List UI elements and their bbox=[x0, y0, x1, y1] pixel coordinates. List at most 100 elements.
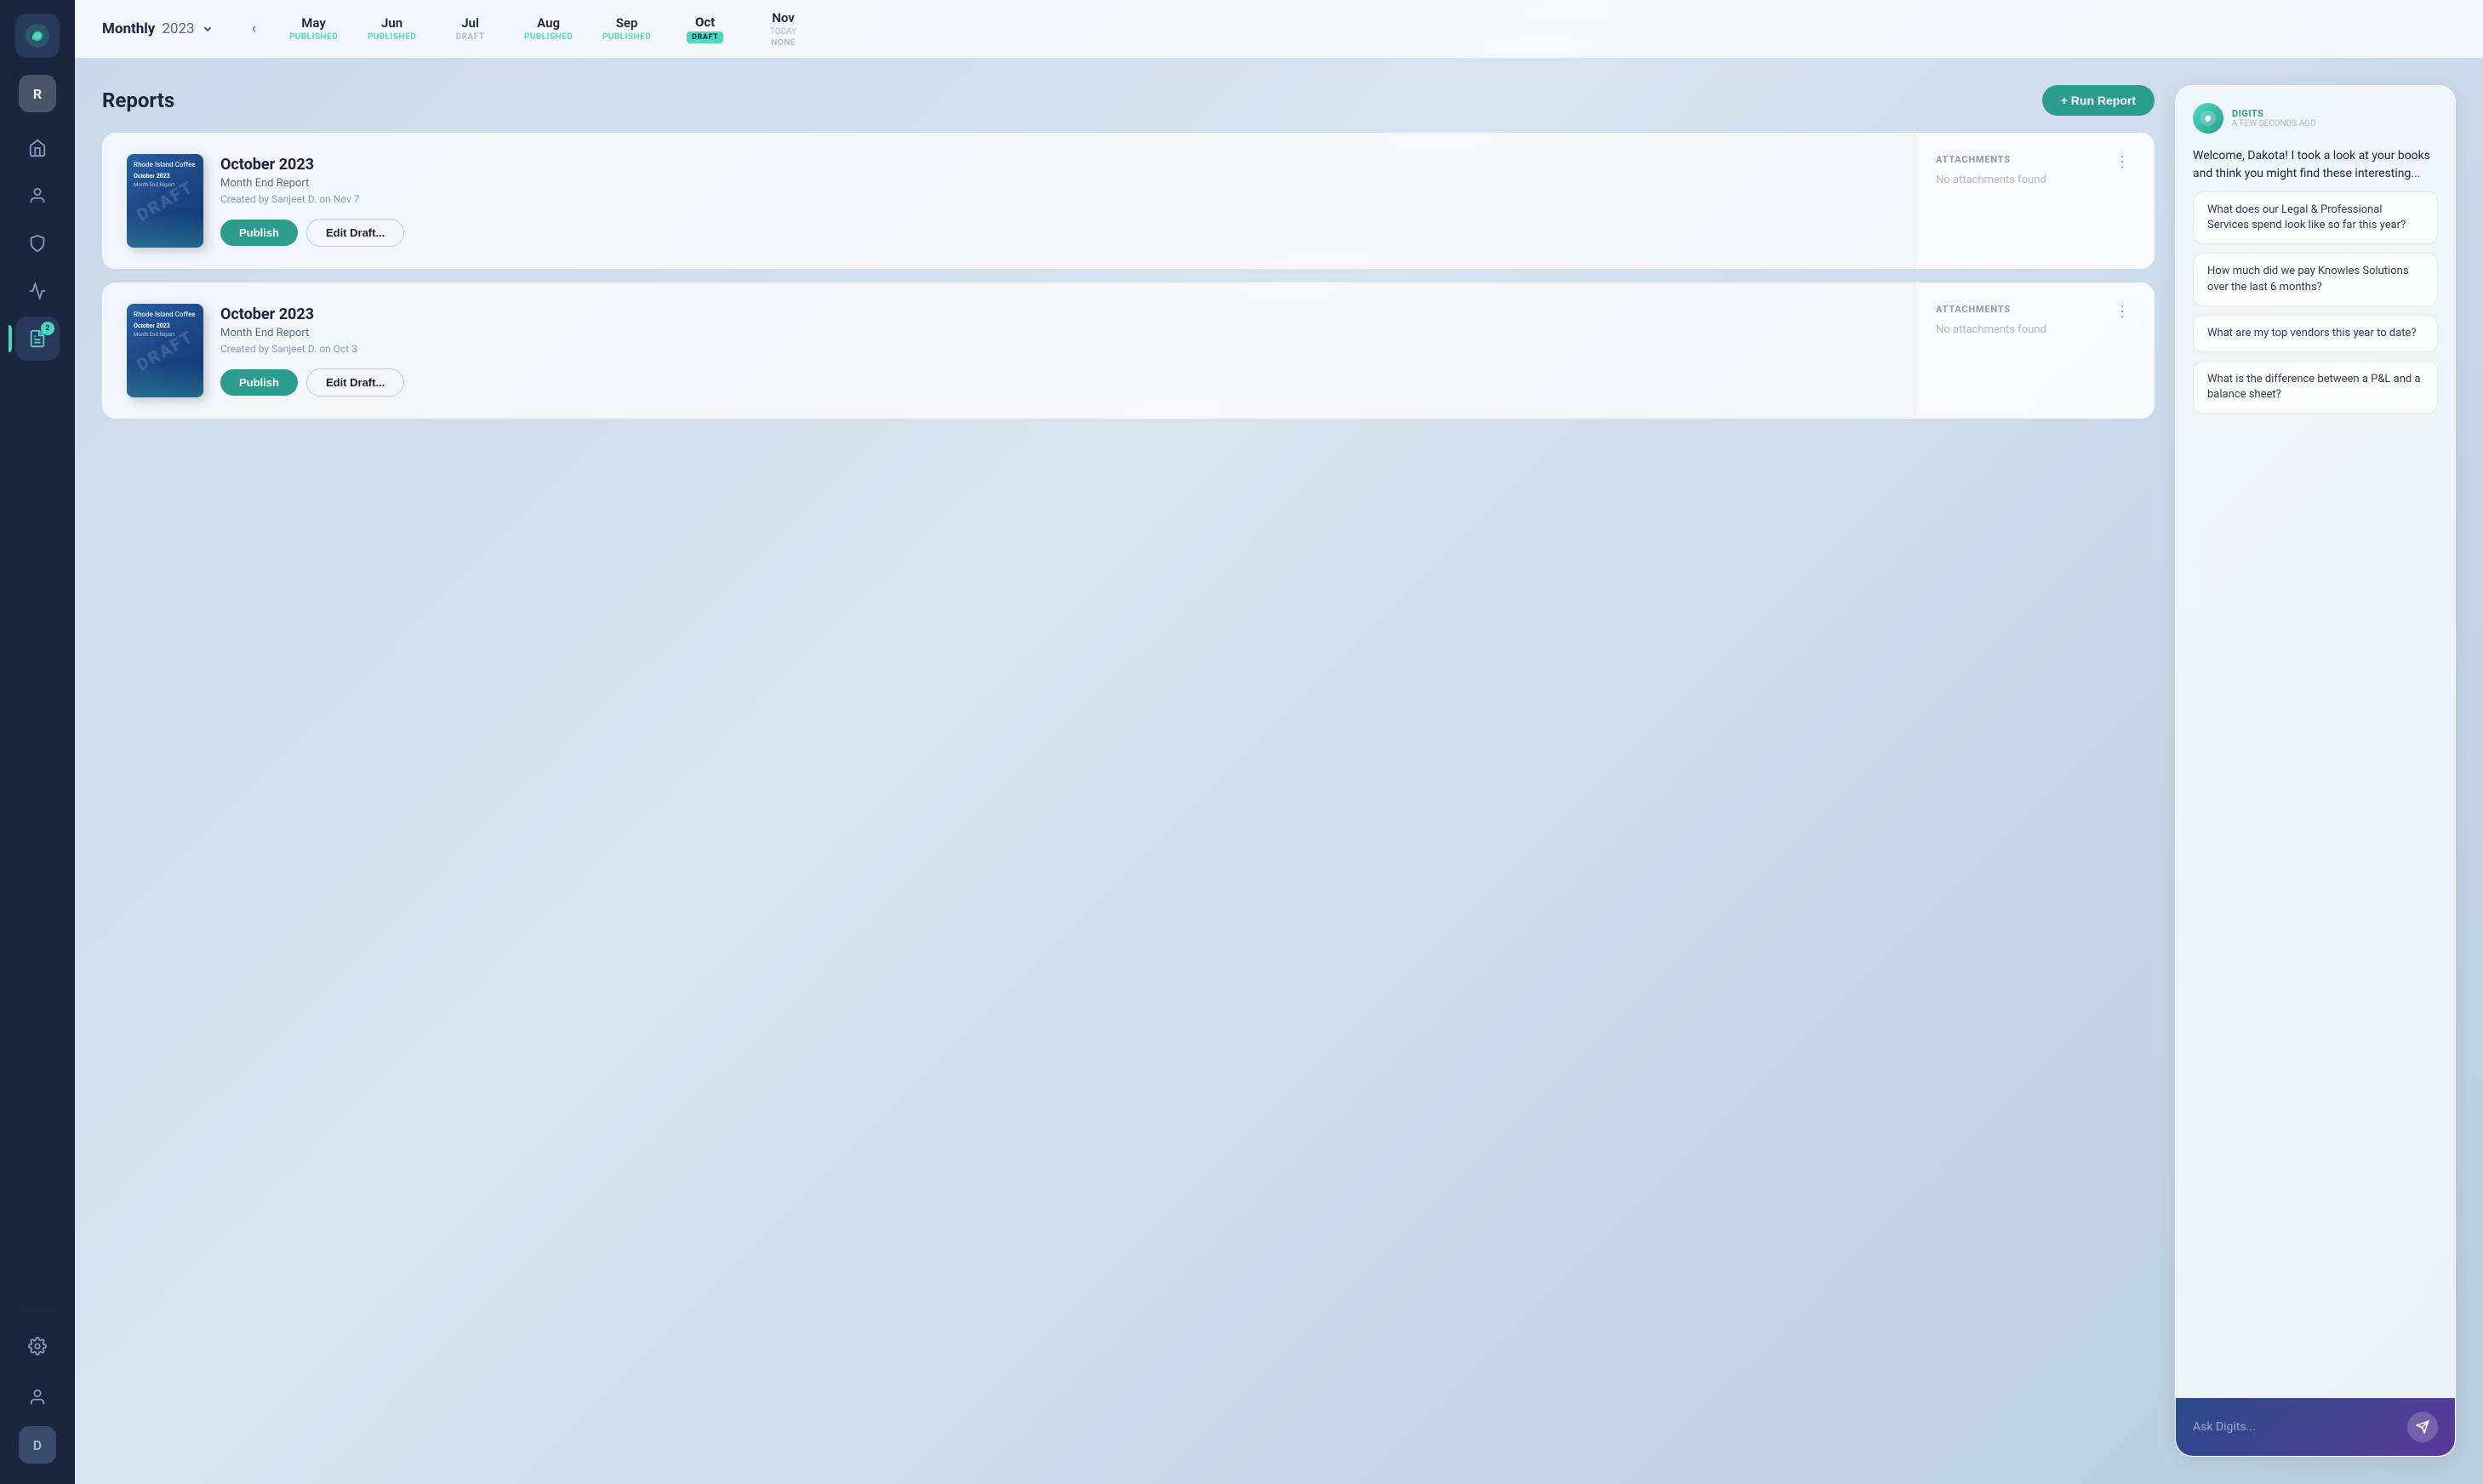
sidebar-item-shield[interactable] bbox=[15, 221, 60, 265]
report-card-2-right: ATTACHMENTS ⋮ No attachments found bbox=[1915, 283, 2154, 418]
timeline-month-aug[interactable]: Aug PUBLISHED bbox=[523, 15, 574, 42]
oct-badge: DRAFT bbox=[687, 31, 723, 43]
attachments-label-1: ATTACHMENTS bbox=[1936, 154, 2011, 165]
jun-status: PUBLISHED bbox=[368, 32, 416, 42]
thumbnail-logo-2: Rhode Island Coffee bbox=[134, 311, 197, 319]
reports-title: Reports bbox=[102, 88, 174, 112]
may-status: PUBLISHED bbox=[289, 32, 338, 42]
sidebar-logo bbox=[15, 14, 60, 58]
report-card-1-right: ATTACHMENTS ⋮ No attachments found bbox=[1915, 134, 2154, 268]
top-avatar[interactable]: R bbox=[19, 75, 56, 112]
sidebar: R bbox=[0, 0, 75, 1484]
publish-button-1[interactable]: Publish bbox=[220, 220, 298, 246]
timeline-month-may[interactable]: May PUBLISHED bbox=[288, 15, 340, 42]
report-cards: Rhode Island Coffee October 2023 Month E… bbox=[102, 133, 2155, 419]
sidebar-nav: 2 bbox=[15, 126, 60, 1296]
report-thumbnail-2: Rhode Island Coffee October 2023 Month E… bbox=[127, 304, 203, 397]
chat-send-button[interactable] bbox=[2407, 1412, 2438, 1442]
timeline-year: 2023 bbox=[162, 20, 194, 37]
report-info-2: October 2023 Month End Report Created by… bbox=[220, 305, 1894, 397]
timeline-period[interactable]: Monthly 2023 bbox=[102, 20, 214, 37]
chat-suggestion-4[interactable]: What is the difference between a P&L and… bbox=[2193, 361, 2438, 414]
timeline-nav: ‹ bbox=[241, 15, 268, 43]
thumbnail-sub-2: Month End Report bbox=[134, 332, 197, 338]
report-actions-2: Publish Edit Draft... bbox=[220, 368, 1894, 397]
timeline-month-jun[interactable]: Jun PUBLISHED bbox=[367, 15, 418, 42]
aug-status: PUBLISHED bbox=[524, 32, 573, 42]
no-attachments-2: No attachments found bbox=[1936, 323, 2133, 336]
report-card-1: Rhode Island Coffee October 2023 Month E… bbox=[102, 133, 2155, 269]
nov-label: Nov bbox=[772, 10, 795, 26]
body-area: Reports + Run Report Rhode Island Coffee… bbox=[75, 58, 2483, 1484]
sidebar-item-settings[interactable] bbox=[15, 1324, 60, 1368]
timeline-month-oct[interactable]: Oct DRAFT bbox=[680, 14, 731, 43]
thumbnail-decoration-2 bbox=[127, 363, 203, 397]
publish-button-2[interactable]: Publish bbox=[220, 369, 298, 396]
edit-draft-button-2[interactable]: Edit Draft... bbox=[306, 368, 404, 397]
report-info-1: October 2023 Month End Report Created by… bbox=[220, 156, 1894, 247]
reports-header: Reports + Run Report bbox=[102, 85, 2155, 116]
aug-label: Aug bbox=[537, 15, 560, 31]
timeline-prev-btn[interactable]: ‹ bbox=[241, 15, 268, 43]
digits-avatar bbox=[2193, 103, 2223, 134]
report-card-2-left: Rhode Island Coffee October 2023 Month E… bbox=[103, 283, 1915, 418]
oct-label: Oct bbox=[695, 14, 715, 30]
edit-draft-button-1[interactable]: Edit Draft... bbox=[306, 219, 404, 247]
chat-body: Welcome, Dakota! I took a look at your b… bbox=[2176, 134, 2455, 1398]
nov-status: NONE bbox=[771, 38, 796, 48]
thumbnail-title-2: October 2023 bbox=[134, 322, 197, 330]
report-card-2: Rhode Island Coffee October 2023 Month E… bbox=[102, 283, 2155, 419]
chevron-down-icon bbox=[202, 23, 214, 35]
chat-header: DIGITS A FEW SECONDS AGO bbox=[2176, 86, 2455, 134]
nov-today: TODAY bbox=[770, 27, 796, 37]
chat-sender: DIGITS bbox=[2232, 108, 2316, 119]
chat-header-info: DIGITS A FEW SECONDS AGO bbox=[2232, 108, 2316, 128]
timeline-months: May PUBLISHED Jun PUBLISHED Jul DRAFT Au… bbox=[288, 10, 809, 48]
chat-suggestion-2[interactable]: How much did we pay Knowles Solutions ov… bbox=[2193, 253, 2438, 305]
timeline-month-jul[interactable]: Jul DRAFT bbox=[445, 15, 496, 42]
report-card-1-left: Rhode Island Coffee October 2023 Month E… bbox=[103, 134, 1915, 268]
chat-input-area bbox=[2176, 1398, 2455, 1456]
chat-suggestion-3[interactable]: What are my top vendors this year to dat… bbox=[2193, 315, 2438, 352]
chat-panel: DIGITS A FEW SECONDS AGO Welcome, Dakota… bbox=[2175, 85, 2456, 1457]
more-options-button-2[interactable]: ⋮ bbox=[2111, 304, 2133, 319]
jun-label: Jun bbox=[381, 15, 402, 31]
user-avatar[interactable]: D bbox=[19, 1426, 56, 1464]
chat-time: A FEW SECONDS AGO bbox=[2232, 119, 2316, 128]
chat-input[interactable] bbox=[2193, 1420, 2397, 1434]
report-created-2: Created by Sanjeet D. on Oct 3 bbox=[220, 343, 1894, 355]
reports-badge: 2 bbox=[41, 322, 54, 335]
report-created-1: Created by Sanjeet D. on Nov 7 bbox=[220, 193, 1894, 205]
attachments-label-2: ATTACHMENTS bbox=[1936, 304, 2011, 315]
reports-section: Reports + Run Report Rhode Island Coffee… bbox=[102, 85, 2155, 1457]
thumbnail-logo-1: Rhode Island Coffee bbox=[134, 161, 197, 169]
thumbnail-decoration-1 bbox=[127, 214, 203, 248]
chat-suggestion-1[interactable]: What does our Legal & Professional Servi… bbox=[2193, 191, 2438, 244]
chat-welcome-message: Welcome, Dakota! I took a look at your b… bbox=[2193, 147, 2438, 183]
report-actions-1: Publish Edit Draft... bbox=[220, 219, 1894, 247]
may-label: May bbox=[301, 15, 326, 31]
sidebar-item-home[interactable] bbox=[15, 126, 60, 170]
timeline-month-nov[interactable]: Nov TODAY NONE bbox=[758, 10, 809, 48]
thumbnail-title-1: October 2023 bbox=[134, 173, 197, 180]
jul-label: Jul bbox=[461, 15, 479, 31]
sidebar-item-activity[interactable] bbox=[15, 269, 60, 313]
report-title-1: October 2023 bbox=[220, 156, 1894, 174]
thumbnail-sub-1: Month End Report bbox=[134, 182, 197, 188]
timeline-period-label: Monthly bbox=[102, 20, 155, 37]
sidebar-item-reports[interactable]: 2 bbox=[15, 317, 60, 361]
sidebar-item-profile[interactable] bbox=[15, 1375, 60, 1419]
no-attachments-1: No attachments found bbox=[1936, 174, 2133, 186]
report-type-1: Month End Report bbox=[220, 177, 1894, 190]
sidebar-bottom: D bbox=[15, 1324, 60, 1464]
report-title-2: October 2023 bbox=[220, 305, 1894, 323]
report-type-2: Month End Report bbox=[220, 327, 1894, 340]
main-content: Monthly 2023 ‹ May PUBLISHED Jun PUBLISH… bbox=[75, 0, 2483, 1484]
sidebar-item-user[interactable] bbox=[15, 174, 60, 218]
sep-status: PUBLISHED bbox=[602, 32, 651, 42]
more-options-button-1[interactable]: ⋮ bbox=[2111, 154, 2133, 169]
run-report-button[interactable]: + Run Report bbox=[2042, 85, 2155, 116]
timeline-month-sep[interactable]: Sep PUBLISHED bbox=[602, 15, 653, 42]
timeline-bar: Monthly 2023 ‹ May PUBLISHED Jun PUBLISH… bbox=[75, 0, 2483, 58]
report-thumbnail-1: Rhode Island Coffee October 2023 Month E… bbox=[127, 154, 203, 248]
